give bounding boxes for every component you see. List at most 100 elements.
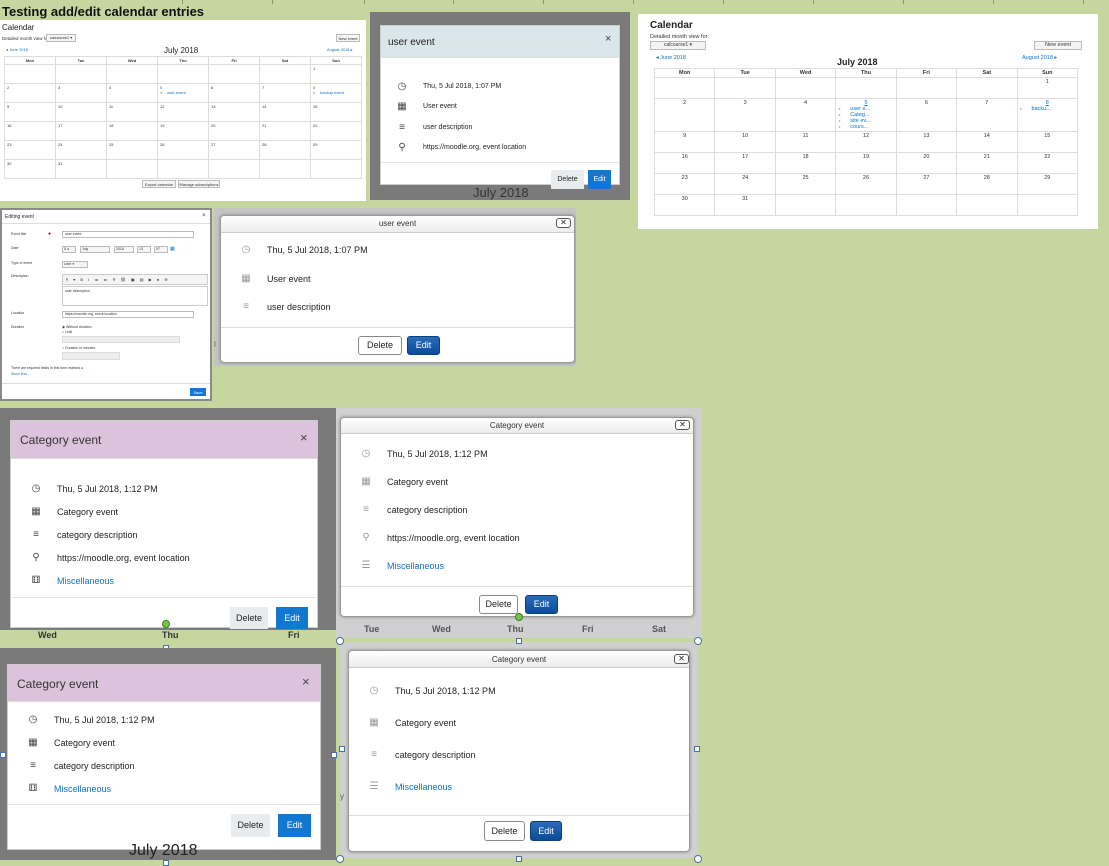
day-cell[interactable]: 26 — [157, 140, 209, 160]
resize-handle[interactable] — [516, 856, 522, 862]
next-month-link[interactable]: August 2018 ▸ — [327, 47, 353, 52]
day-cell[interactable]: 16 — [653, 152, 716, 174]
day-cell[interactable]: 13 — [895, 131, 958, 153]
edit-button[interactable]: Edit — [407, 336, 440, 355]
save-button[interactable]: Save — [190, 388, 206, 396]
day-cell[interactable]: 10 — [714, 131, 776, 153]
day-cell[interactable]: 24 — [55, 140, 107, 160]
year-select[interactable]: 2018 — [114, 246, 134, 253]
day-cell[interactable]: 31 — [714, 194, 776, 216]
resize-handle[interactable] — [694, 637, 702, 645]
category-link[interactable]: Miscellaneous — [54, 784, 111, 794]
day-cell[interactable]: 29 — [310, 140, 362, 160]
day-cell[interactable]: 9 — [653, 131, 716, 153]
day-cell[interactable]: 23 — [653, 173, 716, 195]
day-cell[interactable]: 30 — [4, 159, 56, 179]
resize-handle[interactable] — [694, 746, 700, 752]
day-select[interactable]: 5 ◂ — [62, 246, 76, 253]
day-cell[interactable]: 21 — [259, 121, 311, 141]
day-cell[interactable]: 15 — [310, 102, 362, 122]
close-icon[interactable]: ✕ — [674, 654, 689, 664]
category-link[interactable]: Miscellaneous — [395, 782, 452, 792]
day-cell[interactable]: 6 — [895, 98, 958, 132]
edit-button[interactable]: Edit — [525, 595, 558, 614]
resize-handle[interactable] — [336, 855, 344, 863]
close-icon[interactable]: × — [202, 213, 206, 219]
day-cell[interactable]: 1 — [310, 64, 362, 84]
calendar-event-link[interactable]: ● cours... — [838, 124, 893, 130]
day-cell[interactable]: 7 — [259, 83, 311, 103]
day-cell[interactable]: 2 — [4, 83, 56, 103]
course-select[interactable]: calcourse1 ▾ — [46, 34, 76, 42]
calendar-event-link[interactable]: ● backup event — [313, 90, 359, 95]
day-cell[interactable]: 14 — [956, 131, 1018, 153]
day-cell[interactable]: 11 — [774, 131, 837, 153]
day-cell[interactable]: 20 — [895, 152, 958, 174]
day-cell[interactable]: 18 — [106, 121, 158, 141]
day-cell[interactable]: 5 ● user event — [157, 83, 209, 103]
day-cell[interactable]: 17 — [55, 121, 107, 141]
delete-button[interactable]: Delete — [551, 170, 584, 189]
delete-button[interactable]: Delete — [479, 595, 518, 614]
calendar-event-link[interactable]: ● user event — [160, 90, 206, 95]
close-icon[interactable]: ✕ — [675, 420, 690, 430]
course-select[interactable]: calcourse1 ▾ — [650, 41, 706, 50]
close-icon[interactable]: × — [605, 33, 611, 45]
day-cell[interactable]: 28 — [956, 173, 1018, 195]
day-cell[interactable]: 8 ● backup event — [310, 83, 362, 103]
duration-option-minutes[interactable]: ○ Duration in minutes — [62, 346, 95, 350]
day-cell[interactable]: 22 — [310, 121, 362, 141]
description-textarea[interactable]: user description — [62, 286, 208, 306]
day-cell[interactable]: 7 — [956, 98, 1018, 132]
new-event-button[interactable]: New event — [336, 34, 360, 42]
day-cell[interactable]: 30 — [653, 194, 716, 216]
edit-button[interactable]: Edit — [530, 821, 562, 841]
day-cell[interactable]: 11 — [106, 102, 158, 122]
day-cell[interactable]: 3 — [55, 83, 107, 103]
category-link[interactable]: Miscellaneous — [387, 561, 444, 571]
day-cell[interactable]: 27 — [895, 173, 958, 195]
resize-handle[interactable] — [336, 637, 344, 645]
day-cell[interactable]: 23 — [4, 140, 56, 160]
event-title-input[interactable]: user event — [62, 231, 194, 238]
day-cell[interactable]: 4 — [106, 83, 158, 103]
export-calendar-button[interactable]: Export calendar — [142, 180, 176, 188]
resize-handle[interactable] — [0, 752, 6, 758]
minute-select[interactable]: 07 — [154, 246, 168, 253]
close-icon[interactable]: × — [300, 430, 308, 445]
calendar-event-link[interactable]: ● backu... — [1020, 106, 1075, 112]
day-cell[interactable]: 21 — [956, 152, 1018, 174]
close-icon[interactable]: ✕ — [556, 218, 571, 228]
delete-button[interactable]: Delete — [358, 336, 402, 355]
month-select[interactable]: July — [80, 246, 110, 253]
type-select[interactable]: User ▾ — [62, 261, 88, 268]
day-cell[interactable]: 5 ● user e... ● Categ... ● site ev... ● cours... — [835, 98, 897, 132]
day-cell[interactable]: 14 — [259, 102, 311, 122]
duration-option-none[interactable]: ◉ Without duration — [62, 325, 92, 329]
day-cell[interactable]: 31 — [55, 159, 107, 179]
day-cell[interactable]: 15 — [1016, 131, 1079, 153]
day-cell[interactable]: 4 — [774, 98, 837, 132]
day-cell[interactable]: 3 — [714, 98, 776, 132]
day-cell[interactable]: 22 — [1016, 152, 1079, 174]
day-cell[interactable]: 18 — [774, 152, 837, 174]
day-cell[interactable]: 19 — [157, 121, 209, 141]
day-cell[interactable]: 12 — [157, 102, 209, 122]
day-cell[interactable]: 20 — [208, 121, 260, 141]
delete-button[interactable]: Delete — [230, 607, 268, 629]
prev-month-link[interactable]: ◂ June 2018 — [6, 47, 28, 52]
day-cell[interactable]: 8 ● backu... — [1016, 98, 1079, 132]
calendar-picker-icon[interactable]: ▦ — [170, 246, 175, 252]
resize-handle[interactable] — [339, 746, 345, 752]
show-less-link[interactable]: Show less... — [11, 372, 30, 376]
manage-subscriptions-button[interactable]: Manage subscriptions — [178, 180, 220, 188]
resize-handle[interactable] — [516, 638, 522, 644]
resize-handle[interactable] — [163, 860, 169, 866]
resize-handle[interactable] — [331, 752, 337, 758]
duration-option-until[interactable]: ○ Until — [62, 330, 72, 334]
day-cell[interactable]: 2 — [653, 98, 716, 132]
day-cell[interactable]: 13 — [208, 102, 260, 122]
day-cell[interactable]: 28 — [259, 140, 311, 160]
day-cell[interactable]: 10 — [55, 102, 107, 122]
close-icon[interactable]: × — [302, 674, 310, 689]
